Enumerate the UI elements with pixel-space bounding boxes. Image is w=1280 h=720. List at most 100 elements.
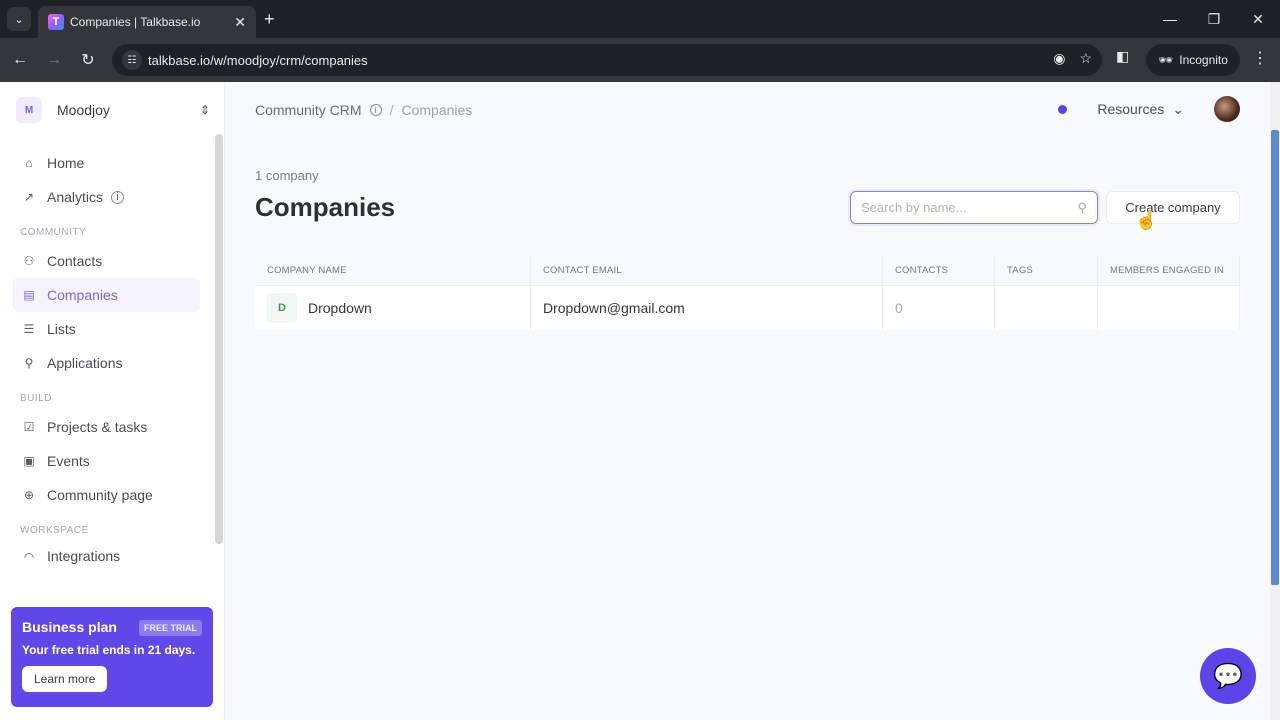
chat-bubble-icon: 💬 — [1213, 662, 1243, 690]
section-workspace: WORKSPACE — [20, 525, 89, 536]
window-close-icon[interactable]: ✕ — [1236, 0, 1280, 38]
checkbox-icon: ☑ — [23, 420, 35, 434]
reload-icon[interactable]: ↻ — [76, 48, 100, 72]
new-tab-button[interactable]: + — [264, 9, 275, 30]
hand-cursor-icon: ☝ — [1135, 210, 1158, 230]
browser-menu-icon[interactable]: ⋮ — [1252, 48, 1268, 68]
company-name-cell[interactable]: D Dropdown — [255, 286, 531, 330]
bookmark-star-icon[interactable]: ☆ — [1079, 50, 1092, 67]
browser-tab[interactable]: T Companies | Talkbase.io ✕ — [38, 6, 256, 38]
create-company-button[interactable]: Create company — [1106, 191, 1240, 224]
search-box[interactable]: ⚲ — [850, 191, 1098, 224]
members-engaged-cell — [1098, 286, 1240, 330]
breadcrumb-separator: / — [389, 102, 394, 118]
header-actions: Resources ⌄ — [1058, 96, 1240, 122]
sidebar-item-applications[interactable]: ⚲ Applications — [12, 346, 200, 380]
section-community: COMMUNITY — [20, 227, 87, 238]
page-title: Companies — [255, 192, 396, 222]
plug-icon: ◠ — [23, 550, 35, 564]
sidebar-item-projects[interactable]: ☑ Projects & tasks — [12, 410, 200, 444]
search-input[interactable] — [861, 200, 1078, 215]
restore-icon[interactable]: ❐ — [1192, 0, 1236, 38]
column-contacts[interactable]: CONTACTS — [883, 256, 995, 286]
browser-toolbar: ← → ↻ ☷ talkbase.io/w/moodjoy/crm/compan… — [0, 38, 1280, 82]
user-plus-icon: ⚲ — [24, 356, 34, 370]
free-trial-badge: FREE TRIAL — [139, 620, 202, 636]
column-tags[interactable]: TAGS — [995, 256, 1098, 286]
incognito-icon: 🕶 — [1158, 53, 1174, 67]
page-scrollbar[interactable] — [1270, 82, 1280, 720]
search-icon: ⚲ — [1077, 199, 1087, 215]
minimize-icon[interactable]: — — [1148, 0, 1192, 38]
sidebar-item-label: Events — [47, 453, 90, 469]
chevron-up-down-icon: ⇕ — [199, 103, 210, 117]
status-dot — [1058, 104, 1068, 114]
table-row[interactable]: D Dropdown Dropdown@gmail.com 0 — [255, 286, 1240, 330]
sidebar-item-label: Analytics — [47, 189, 104, 205]
list-icon: ☰ — [23, 322, 35, 336]
sidebar-scrollbar[interactable] — [215, 134, 223, 544]
section-build: BUILD — [20, 393, 52, 404]
sidebar-item-label: Contacts — [47, 253, 103, 269]
sidebar-item-label: Integrations — [47, 548, 121, 564]
sidebar-item-label: Companies — [47, 287, 118, 303]
chat-widget-button[interactable]: 💬 — [1200, 648, 1256, 704]
info-icon[interactable]: i — [369, 104, 382, 116]
incognito-indicator[interactable]: 🕶 Incognito — [1146, 44, 1240, 76]
home-icon: ⌂ — [25, 156, 33, 170]
sidebar-item-label: Lists — [47, 321, 76, 337]
sidebar-item-contacts[interactable]: ⚇ Contacts — [12, 244, 200, 278]
browser-tab-bar: ⌄ T Companies | Talkbase.io ✕ + — ❐ ✕ — [0, 0, 1280, 38]
table-header: COMPANY NAME CONTACT EMAIL CONTACTS TAGS… — [255, 256, 1240, 286]
scrollbar-thumb[interactable] — [1271, 130, 1279, 585]
sidebar-item-home[interactable]: ⌂ Home — [12, 146, 200, 180]
chart-icon: ↗ — [23, 190, 35, 204]
resources-dropdown[interactable]: Resources ⌄ — [1097, 101, 1184, 118]
breadcrumb: Community CRM i / Companies — [255, 102, 472, 118]
promo-text: Your free trial ends in 21 days. — [22, 643, 196, 657]
user-avatar[interactable] — [1214, 96, 1240, 122]
companies-table: COMPANY NAME CONTACT EMAIL CONTACTS TAGS… — [255, 256, 1240, 330]
back-arrow-icon[interactable]: ← — [8, 48, 32, 72]
chevron-down-icon: ⌄ — [1172, 100, 1184, 117]
sidebar-nav: ⌂ Home ↗ Analytics i COMMUNITY ⚇ Contact… — [12, 146, 200, 564]
building-icon: ▤ — [23, 288, 35, 302]
sidebar-item-label: Projects & tasks — [47, 419, 148, 435]
calendar-icon: ▣ — [23, 454, 35, 468]
tab-search-button[interactable]: ⌄ — [7, 7, 31, 31]
app-page: M Moodjoy ⇕ ⌂ Home ↗ Analytics i COMMUNI… — [0, 82, 1280, 720]
sidebar-item-label: Community page — [47, 487, 153, 503]
forward-arrow-icon[interactable]: → — [42, 48, 66, 72]
workspace-switcher[interactable]: M Moodjoy ⇕ — [16, 96, 210, 124]
eye-off-icon[interactable]: ◉ — [1053, 50, 1065, 67]
url-text[interactable]: talkbase.io/w/moodjoy/crm/companies — [148, 53, 368, 68]
sidebar-item-events[interactable]: ▣ Events — [12, 444, 200, 478]
sidebar-item-analytics[interactable]: ↗ Analytics i — [12, 180, 200, 214]
sidebar-item-community-page[interactable]: ⊕ Community page — [12, 478, 200, 512]
contact-email-cell: Dropdown@gmail.com — [531, 286, 883, 330]
sidebar: M Moodjoy ⇕ ⌂ Home ↗ Analytics i COMMUNI… — [0, 82, 225, 720]
company-name[interactable]: Dropdown — [308, 300, 372, 316]
column-members-engaged[interactable]: MEMBERS ENGAGED IN — [1098, 256, 1240, 286]
tab-title: Companies | Talkbase.io — [70, 15, 201, 29]
main-content: Community CRM i / Companies Resources ⌄ … — [225, 82, 1270, 720]
sidebar-item-integrations[interactable]: ◠ Integrations — [12, 542, 200, 564]
column-contact-email[interactable]: CONTACT EMAIL — [531, 256, 883, 286]
breadcrumb-community-crm[interactable]: Community CRM — [255, 102, 362, 118]
breadcrumb-companies: Companies — [401, 102, 473, 118]
sidebar-item-companies[interactable]: ▤ Companies — [12, 278, 200, 312]
sidebar-item-label: Home — [47, 155, 85, 171]
company-logo: D — [267, 293, 297, 323]
tags-cell — [995, 286, 1098, 330]
learn-more-button[interactable]: Learn more — [22, 666, 108, 692]
talkbase-favicon-icon: T — [48, 14, 64, 30]
company-count: 1 company — [255, 168, 319, 183]
column-company-name[interactable]: COMPANY NAME — [255, 256, 531, 286]
address-bar[interactable]: ☷ talkbase.io/w/moodjoy/crm/companies ◉ … — [112, 44, 1102, 76]
sidebar-item-lists[interactable]: ☰ Lists — [12, 312, 200, 346]
close-tab-icon[interactable]: ✕ — [234, 14, 246, 31]
site-settings-icon[interactable]: ☷ — [122, 50, 142, 70]
info-icon[interactable]: i — [111, 190, 125, 204]
side-panel-icon[interactable]: ◧ — [1116, 48, 1129, 65]
resources-label: Resources — [1097, 101, 1165, 117]
